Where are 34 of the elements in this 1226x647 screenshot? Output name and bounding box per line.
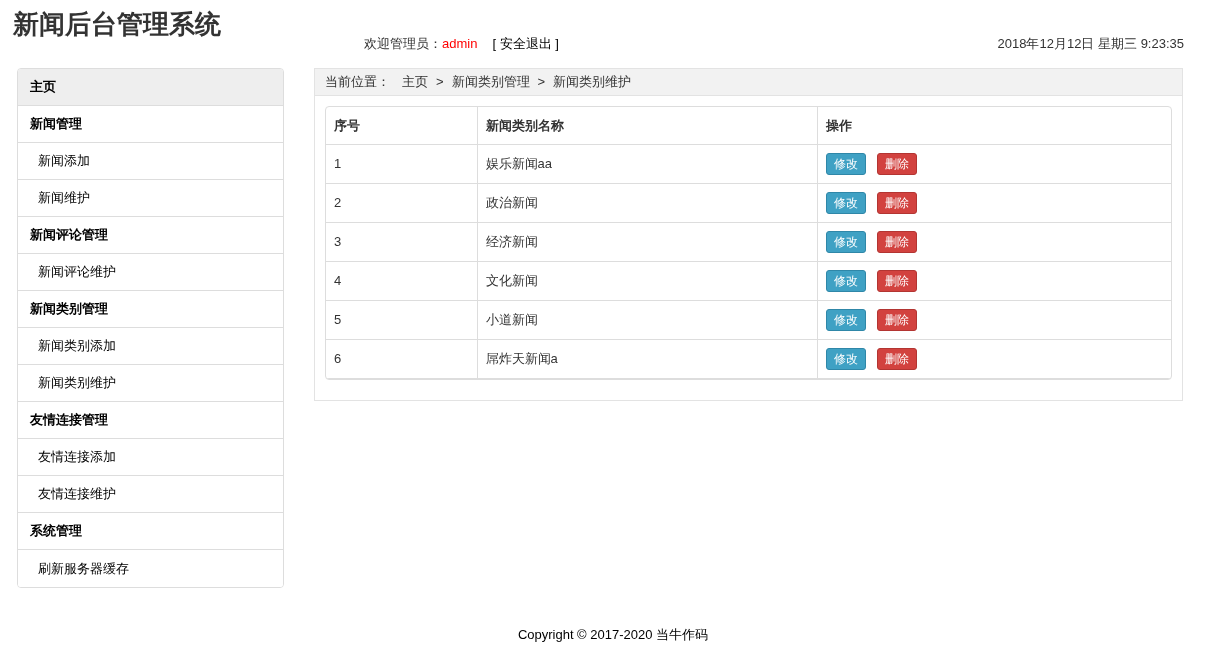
site-title: 新闻后台管理系统: [13, 8, 221, 41]
table-cell: 小道新闻: [477, 300, 817, 339]
table-cell: 4: [326, 261, 477, 300]
table-cell: 经济新闻: [477, 222, 817, 261]
table-cell: 1: [326, 144, 477, 183]
breadcrumb-separator: >: [436, 73, 444, 92]
welcome-label: 欢迎管理员：: [364, 35, 442, 53]
column-header: 新闻类别名称: [477, 107, 817, 144]
delete-button[interactable]: 删除: [876, 191, 917, 214]
table-cell: 6: [326, 339, 477, 378]
table-cell: 文化新闻: [477, 261, 817, 300]
breadcrumb-link[interactable]: 新闻类别维护: [553, 72, 632, 92]
breadcrumb-link[interactable]: 新闻类别管理: [451, 72, 530, 92]
datetime: 2018年12月12日 星期三 9:23:35: [997, 35, 1184, 53]
sidebar-item[interactable]: 主页: [18, 69, 283, 106]
table-cell: 3: [326, 222, 477, 261]
breadcrumb-label: 当前位置：: [325, 73, 390, 92]
logout-link[interactable]: [ 安全退出 ]: [492, 34, 559, 54]
table-cell: 2: [326, 183, 477, 222]
delete-button[interactable]: 删除: [876, 152, 917, 175]
delete-button[interactable]: 删除: [876, 308, 917, 331]
table-cell: 屌炸天新闻a: [477, 339, 817, 378]
delete-button[interactable]: 删除: [876, 230, 917, 253]
table-cell: 5: [326, 300, 477, 339]
delete-button[interactable]: 删除: [876, 269, 917, 292]
breadcrumb-separator: >: [537, 73, 546, 92]
column-header: 序号: [326, 107, 477, 144]
delete-button[interactable]: 删除: [876, 347, 917, 370]
breadcrumb-link[interactable]: 主页: [402, 72, 428, 92]
username: admin: [442, 35, 478, 53]
copyright-footer: Copyright © 2017-2020 当牛作码: [0, 625, 1226, 645]
table-cell: 娱乐新闻aa: [477, 144, 817, 183]
column-header: 操作: [817, 107, 1171, 144]
table-cell: 政治新闻: [477, 183, 817, 222]
